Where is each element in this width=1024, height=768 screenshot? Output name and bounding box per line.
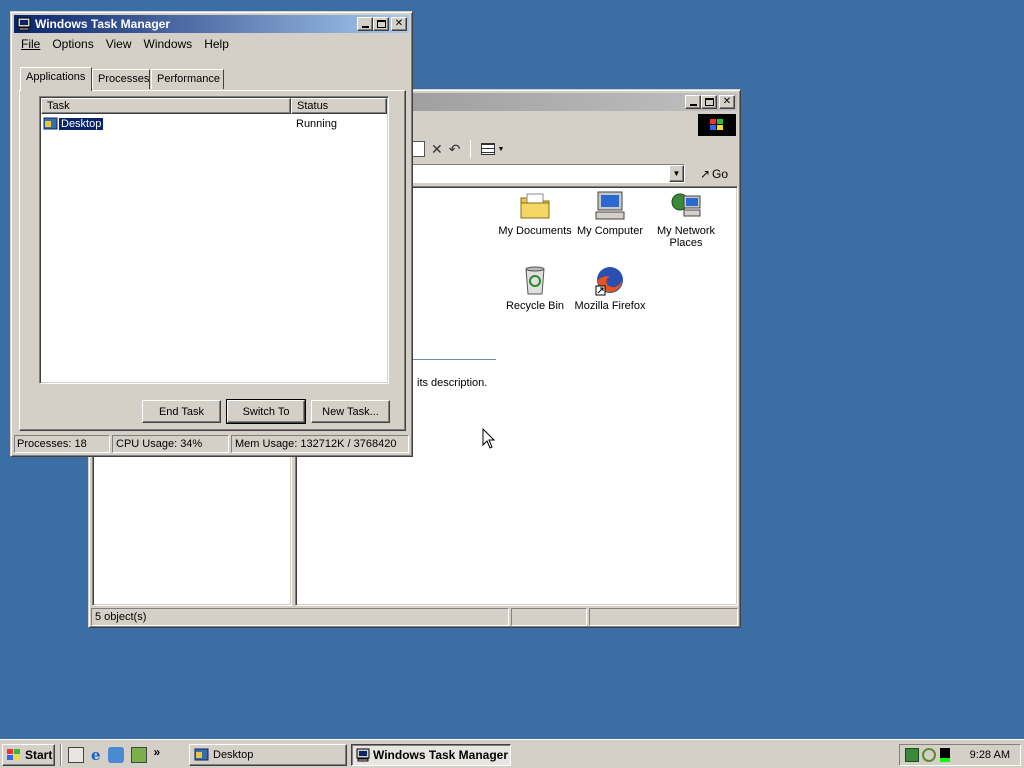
tab-processes[interactable]: Processes — [92, 69, 150, 89]
end-task-button[interactable]: End Task — [142, 400, 221, 423]
task-list: Task Status Desktop Running — [39, 96, 389, 384]
close-button[interactable]: ✕ — [719, 95, 735, 109]
switch-to-button[interactable]: Switch To — [226, 399, 306, 424]
task-manager-cpu-tray-icon[interactable] — [940, 748, 950, 762]
maximize-button[interactable] — [701, 95, 717, 109]
undo-icon[interactable]: ↶ — [449, 141, 461, 158]
firefox-icon — [595, 267, 623, 296]
desktop-icon-recycle-bin[interactable]: Recycle Bin — [495, 264, 575, 318]
clock[interactable]: 9:28 AM — [970, 749, 1010, 761]
icon-label: Mozilla Firefox — [574, 300, 646, 312]
toolbar: ✕ ↶ ▼ — [409, 138, 504, 160]
status-object-count: 5 object(s) — [91, 608, 509, 626]
minimize-button[interactable] — [685, 95, 701, 109]
icon-label: My Documents — [498, 225, 572, 237]
task-manager-titlebar[interactable]: Windows Task Manager ✕ — [14, 15, 409, 33]
show-desktop-icon[interactable] — [68, 747, 84, 763]
left-pane — [92, 450, 292, 606]
minimize-button[interactable] — [357, 17, 373, 31]
windows-logo-icon — [7, 749, 20, 760]
taskbar: Start e » Desktop Windows Task Manager 9… — [0, 739, 1024, 768]
close-icon: ✕ — [722, 96, 732, 107]
maximize-icon — [376, 20, 386, 28]
taskbar-button-desktop[interactable]: Desktop — [189, 744, 347, 766]
folder-icon — [520, 193, 550, 219]
network-icon — [671, 193, 701, 217]
close-button[interactable]: ✕ — [391, 17, 407, 31]
maximize-icon — [704, 98, 714, 106]
start-button[interactable]: Start — [2, 744, 55, 766]
minimize-icon — [361, 26, 369, 28]
task-manager-icon — [17, 17, 31, 31]
views-icon[interactable]: ▼ — [481, 143, 504, 155]
status-processes: Processes: 18 — [14, 435, 110, 453]
tab-applications[interactable]: Applications — [20, 67, 92, 91]
minimize-icon — [689, 104, 697, 106]
desktop-icon-my-documents[interactable]: My Documents — [495, 190, 575, 254]
recycle-bin-icon — [525, 266, 545, 295]
search-tray-icon[interactable] — [922, 748, 936, 762]
menu-bar: File Options View Windows Help — [15, 35, 235, 53]
go-button[interactable]: ↗ Go — [693, 164, 735, 183]
explorer-statusbar: 5 object(s) — [91, 608, 738, 626]
desktop-icon-my-network-places[interactable]: My Network Places — [646, 190, 726, 254]
column-header-status[interactable]: Status — [291, 98, 387, 114]
tab-performance[interactable]: Performance — [151, 69, 224, 89]
task-status: Running — [296, 118, 337, 130]
desktop-icon-my-computer[interactable]: My Computer — [570, 190, 650, 254]
internet-explorer-icon[interactable]: e — [91, 746, 101, 764]
quick-launch-chevron[interactable]: » — [154, 745, 161, 759]
icon-label: My Network Places — [656, 225, 716, 249]
new-task-button[interactable]: New Task... — [311, 400, 390, 423]
mouse-cursor-icon — [482, 428, 496, 449]
description-text: its description. — [417, 377, 488, 389]
window-title: Windows Task Manager — [35, 17, 171, 31]
toolbar-separator — [470, 140, 472, 158]
network-tray-icon[interactable] — [905, 748, 919, 762]
task-manager-window: Windows Task Manager ✕ File Options View… — [10, 11, 413, 457]
maximize-button[interactable] — [373, 17, 389, 31]
tab-panel: Task Status Desktop Running End Task Swi… — [19, 90, 406, 431]
menu-view[interactable]: View — [100, 37, 138, 51]
status-panel — [511, 608, 587, 626]
task-manager-icon — [356, 748, 370, 762]
status-panel — [589, 608, 738, 626]
menu-help[interactable]: Help — [198, 37, 235, 51]
desktop-task-icon — [43, 117, 58, 130]
icon-label: Recycle Bin — [505, 300, 565, 312]
chevron-down-icon: ▼ — [672, 169, 681, 178]
menu-options[interactable]: Options — [46, 37, 99, 51]
address-dropdown-button[interactable]: ▼ — [669, 165, 684, 182]
menu-windows[interactable]: Windows — [138, 37, 199, 51]
status-mem-usage: Mem Usage: 132712K / 3768420 — [231, 435, 409, 453]
table-row[interactable]: Desktop Running — [42, 116, 386, 132]
close-icon: ✕ — [394, 18, 404, 29]
column-header-task[interactable]: Task — [41, 98, 291, 114]
desktop-folder-icon — [194, 748, 209, 761]
quick-launch: e » — [68, 745, 161, 764]
delete-icon[interactable]: ✕ — [431, 141, 443, 158]
list-header: Task Status — [41, 98, 387, 114]
system-tray: 9:28 AM — [899, 744, 1021, 766]
outlook-express-icon[interactable] — [107, 747, 124, 763]
task-name: Desktop — [57, 117, 105, 131]
windows-logo-icon — [698, 114, 736, 136]
menu-file[interactable]: File — [15, 37, 46, 51]
media-player-icon[interactable] — [130, 747, 147, 763]
icon-label: My Computer — [576, 225, 644, 237]
go-arrow-icon: ↗ — [699, 166, 711, 181]
task-manager-statusbar: Processes: 18 CPU Usage: 34% Mem Usage: … — [14, 435, 409, 453]
computer-icon — [595, 191, 625, 220]
status-cpu-usage: CPU Usage: 34% — [112, 435, 229, 453]
desktop-icon-mozilla-firefox[interactable]: Mozilla Firefox — [570, 264, 650, 318]
taskbar-separator — [60, 744, 62, 766]
address-input[interactable] — [409, 164, 685, 183]
taskbar-button-task-manager[interactable]: Windows Task Manager — [351, 744, 511, 766]
